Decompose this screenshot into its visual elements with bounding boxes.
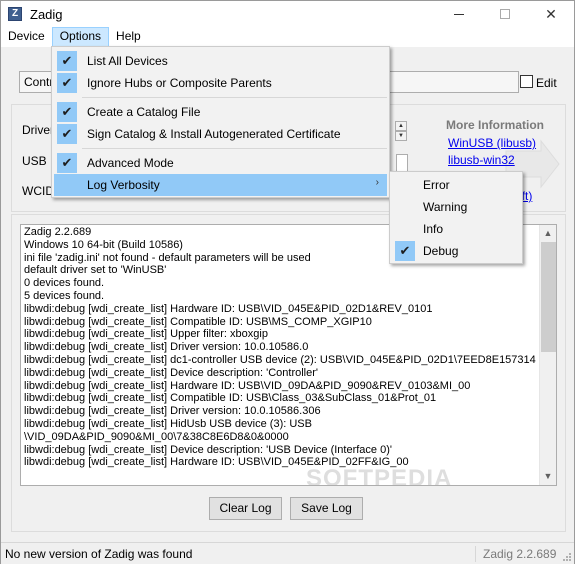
menu-item-label: Advanced Mode: [87, 156, 174, 170]
window-title: Zadig: [30, 6, 63, 22]
menu-separator: [82, 148, 387, 149]
close-icon: ✕: [545, 5, 557, 22]
log-verbosity-submenu: Error Warning Info ✔ Debug: [389, 171, 523, 264]
status-version: Zadig 2.2.689: [483, 547, 557, 561]
menu-device[interactable]: Device: [1, 27, 52, 47]
log-line: libwdi:debug [wdi_create_list] Hardware …: [24, 302, 433, 315]
menu-help[interactable]: Help: [109, 27, 148, 47]
log-line: libwdi:debug [wdi_create_list] Upper fil…: [24, 328, 268, 341]
maximize-icon: [500, 9, 510, 19]
log-line: libwdi:debug [wdi_create_list] Compatibl…: [24, 392, 437, 405]
save-log-button[interactable]: Save Log: [290, 497, 363, 520]
menu-separator: [82, 97, 387, 98]
menu-item-warning[interactable]: Warning: [392, 196, 520, 218]
driver-spin-down[interactable]: ▼: [395, 131, 407, 141]
checkmark-icon: ✔: [57, 124, 77, 144]
menu-item-label: List All Devices: [87, 54, 168, 68]
log-line: libwdi:debug [wdi_create_list] HidUsb US…: [24, 417, 312, 430]
log-line: default driver set to 'WinUSB': [24, 264, 167, 277]
menu-item-label: Info: [423, 222, 444, 236]
menu-item-ignore-hubs[interactable]: ✔ Ignore Hubs or Composite Parents: [54, 72, 387, 94]
resize-grip-icon[interactable]: [562, 552, 572, 562]
menu-item-label: Log Verbosity: [87, 178, 160, 192]
menu-options[interactable]: Options: [51, 27, 110, 47]
more-info-title: More Information: [446, 118, 544, 132]
title-bar: Z Zadig ✕: [1, 1, 574, 27]
menu-item-label: Sign Catalog & Install Autogenerated Cer…: [87, 127, 341, 141]
scroll-up-arrow-icon[interactable]: ▲: [540, 225, 556, 242]
log-line: 5 devices found.: [24, 289, 105, 302]
log-line: libwdi:debug [wdi_create_list] Hardware …: [24, 456, 409, 469]
app-icon: Z: [8, 7, 22, 21]
link-winusb[interactable]: WinUSB (libusb): [448, 136, 536, 150]
menu-bar: Device Options Help: [1, 27, 574, 47]
log-line: \VID_09DA&PID_9090&MI_00\7&38C8E6D8&0&00…: [24, 430, 289, 443]
log-scrollbar[interactable]: ▲ ▼: [539, 225, 556, 485]
checkmark-icon: ✔: [57, 51, 77, 71]
status-divider: [475, 546, 476, 562]
softpedia-watermark: SOFTPEDIA: [306, 465, 453, 486]
zadig-window: Z Zadig ✕ Device Options Help Contr Edit…: [0, 0, 575, 564]
checkmark-icon: ✔: [57, 102, 77, 122]
menu-item-error[interactable]: Error: [392, 174, 520, 196]
status-bar: No new version of Zadig was found Zadig …: [1, 542, 574, 564]
checkmark-icon: ✔: [395, 241, 415, 261]
checkmark-icon: ✔: [57, 153, 77, 173]
menu-item-label: Error: [423, 178, 450, 192]
minimize-button[interactable]: [436, 1, 482, 27]
driver-spin-up[interactable]: ▲: [395, 121, 407, 131]
clear-log-button[interactable]: Clear Log: [209, 497, 282, 520]
menu-item-label: Debug: [423, 244, 459, 258]
scroll-thumb[interactable]: [541, 242, 556, 352]
menu-item-label: Ignore Hubs or Composite Parents: [87, 76, 272, 90]
wcid-label: WCID: [22, 184, 54, 198]
log-line: libwdi:debug [wdi_create_list] Hardware …: [24, 379, 471, 392]
checkmark-icon: ✔: [57, 73, 77, 93]
menu-item-sign-catalog[interactable]: ✔ Sign Catalog & Install Autogenerated C…: [54, 123, 387, 145]
minimize-icon: [454, 13, 464, 15]
link-libusb-win32[interactable]: libusb-win32: [448, 153, 515, 167]
driver-label: Driver: [22, 123, 54, 137]
log-line: libwdi:debug [wdi_create_list] Device de…: [24, 443, 392, 456]
log-line: libwdi:debug [wdi_create_list] Driver ve…: [24, 341, 309, 354]
log-line: 0 devices found.: [24, 277, 105, 290]
log-line: libwdi:debug [wdi_create_list] Driver ve…: [24, 405, 321, 418]
log-line: libwdi:debug [wdi_create_list] Compatibl…: [24, 315, 372, 328]
submenu-arrow-icon: ›: [375, 177, 379, 188]
maximize-button[interactable]: [482, 1, 528, 27]
menu-item-label: Create a Catalog File: [87, 105, 201, 119]
menu-item-debug[interactable]: ✔ Debug: [392, 240, 520, 262]
status-message: No new version of Zadig was found: [5, 547, 193, 561]
close-button[interactable]: ✕: [528, 1, 574, 27]
menu-item-log-verbosity[interactable]: Log Verbosity ›: [54, 174, 387, 196]
menu-item-label: Warning: [423, 200, 468, 214]
edit-checkbox[interactable]: [520, 75, 533, 88]
menu-item-advanced-mode[interactable]: ✔ Advanced Mode: [54, 152, 387, 174]
log-line: libwdi:debug [wdi_create_list] Device de…: [24, 366, 319, 379]
log-line: libwdi:debug [wdi_create_list] dc1-contr…: [24, 353, 536, 366]
edit-label: Edit: [536, 76, 557, 90]
scroll-down-arrow-icon[interactable]: ▼: [540, 468, 556, 485]
options-menu: ✔ List All Devices ✔ Ignore Hubs or Comp…: [51, 46, 390, 198]
menu-item-list-all-devices[interactable]: ✔ List All Devices: [54, 50, 387, 72]
menu-item-info[interactable]: Info: [392, 218, 520, 240]
menu-item-create-catalog[interactable]: ✔ Create a Catalog File: [54, 101, 387, 123]
